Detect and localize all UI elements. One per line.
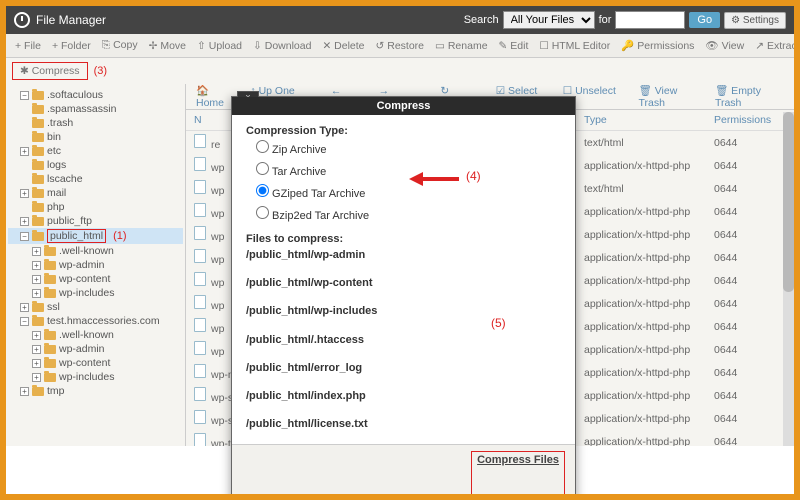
annotation-4: (4) [466, 169, 481, 183]
go-button[interactable]: Go [689, 12, 720, 28]
compression-option[interactable]: Bzip2ed Tar Archive [256, 203, 561, 225]
tree-node[interactable]: lscache [8, 172, 183, 186]
tree-node[interactable]: bin [8, 130, 183, 144]
compress-button[interactable]: ✱ Compress [12, 62, 88, 80]
compress-modal: x Compress Compression Type: Zip Archive… [231, 96, 576, 500]
toolbar-button[interactable]: + File [10, 38, 46, 54]
toolbar-button[interactable]: ▭ Rename [430, 38, 493, 54]
tree-node[interactable]: −.softaculous [8, 88, 183, 102]
nav-button[interactable]: 🗑 View Trash [632, 84, 706, 111]
tree-node[interactable]: +wp-admin [8, 342, 183, 356]
app-header: File Manager Search All Your Files for G… [6, 6, 794, 34]
toolbar-button[interactable]: ☐ HTML Editor [534, 38, 615, 54]
tree-node[interactable]: +wp-includes [8, 286, 183, 300]
toolbar-button[interactable]: + Folder [47, 38, 96, 54]
toolbar-button[interactable]: ✎ Edit [494, 38, 534, 54]
files-to-compress: /public_html/wp-admin/public_html/wp-con… [246, 249, 561, 432]
tree-node[interactable]: .trash [8, 116, 183, 130]
tree-node[interactable]: .spamassassin [8, 102, 183, 116]
main-toolbar: + File+ Folder⎘ Copy✢ Move⇧ Upload⇩ Down… [6, 34, 794, 58]
tree-node[interactable]: +wp-content [8, 356, 183, 370]
search-input[interactable] [615, 11, 685, 29]
folder-tree[interactable]: −.softaculous.spamassassin.trashbin+etcl… [6, 84, 186, 446]
tree-node[interactable]: +mail [8, 186, 183, 200]
cpanel-icon [14, 12, 30, 28]
arrow-icon [401, 169, 461, 194]
toolbar-button[interactable]: ⎘ Copy [97, 37, 143, 54]
toolbar-button[interactable]: ↺ Restore [371, 38, 429, 54]
toolbar-button[interactable]: ⇧ Upload [192, 38, 247, 54]
settings-button[interactable]: ⚙ Settings [724, 12, 786, 29]
tree-node[interactable]: +public_ftp [8, 214, 183, 228]
tree-node[interactable]: +wp-includes [8, 370, 183, 384]
compress-files-button[interactable]: Compress Files [477, 454, 559, 500]
tree-node[interactable]: +ssl [8, 300, 183, 314]
toolbar-button[interactable]: ✢ Move [144, 38, 191, 54]
scrollbar[interactable] [783, 112, 794, 446]
annotation-3: (3) [94, 65, 107, 77]
tree-node[interactable]: +.well-known [8, 244, 183, 258]
toolbar-button[interactable]: 👁 View [700, 37, 749, 54]
tree-node[interactable]: php [8, 200, 183, 214]
tree-node[interactable]: +wp-admin [8, 258, 183, 272]
toolbar-button[interactable]: ⇩ Download [248, 38, 316, 54]
compression-option[interactable]: Zip Archive [256, 137, 561, 159]
annotation-5: (5) [491, 316, 506, 330]
tree-node[interactable]: −public_html(1) [8, 228, 183, 244]
nav-button[interactable]: 🗑 Empty Trash [709, 84, 790, 111]
tree-node[interactable]: +wp-content [8, 272, 183, 286]
toolbar-button[interactable]: ↗ Extract [750, 38, 800, 54]
tree-node[interactable]: +tmp [8, 384, 183, 398]
tree-node[interactable]: +etc [8, 144, 183, 158]
app-title: File Manager [36, 13, 106, 27]
modal-title: Compress [232, 97, 575, 115]
toolbar-button[interactable]: 🔑 Permissions [616, 37, 699, 54]
tree-node[interactable]: +.well-known [8, 328, 183, 342]
toolbar-button[interactable]: ✕ Delete [317, 38, 369, 54]
tree-node[interactable]: logs [8, 158, 183, 172]
search-scope[interactable]: All Your Files [503, 11, 595, 29]
tree-node[interactable]: −test.hmaccessories.com [8, 314, 183, 328]
